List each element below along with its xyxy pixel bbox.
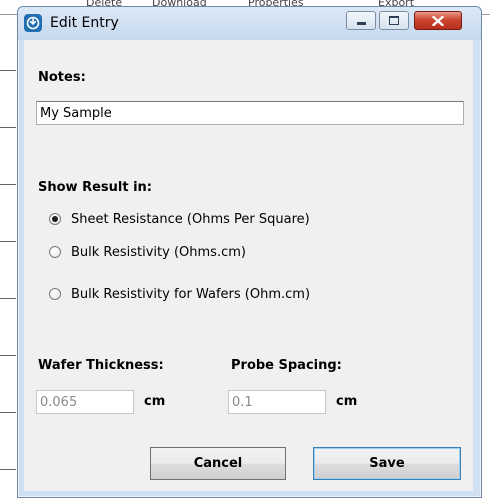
probe-spacing-unit: cm (336, 394, 358, 409)
radio-label: Sheet Resistance (Ohms Per Square) (71, 211, 310, 227)
radio-bulk-resistivity-wafers[interactable]: Bulk Resistivity for Wafers (Ohm.cm) (49, 285, 310, 303)
radio-label: Bulk Resistivity for Wafers (Ohm.cm) (71, 286, 311, 302)
minimize-button[interactable] (346, 11, 376, 30)
background-left-border (0, 14, 16, 499)
dialog-content: Notes: Show Result in: Sheet Resistance … (24, 40, 473, 491)
close-button[interactable] (414, 11, 462, 30)
window-title: Edit Entry (50, 15, 119, 31)
radio-bulk-resistivity[interactable]: Bulk Resistivity (Ohms.cm) (49, 243, 246, 261)
minimize-icon (356, 22, 366, 25)
probe-spacing-label: Probe Spacing: (231, 358, 342, 373)
maximize-icon (389, 16, 399, 25)
notes-input[interactable] (36, 101, 464, 125)
maximize-button[interactable] (379, 11, 409, 30)
show-result-label: Show Result in: (38, 180, 153, 195)
wafer-thickness-input[interactable] (36, 390, 134, 414)
radio-sheet-resistance[interactable]: Sheet Resistance (Ohms Per Square) (49, 210, 310, 228)
probe-spacing-input[interactable] (228, 390, 326, 414)
wafer-thickness-label: Wafer Thickness: (38, 358, 164, 373)
notes-label: Notes: (38, 70, 86, 85)
cancel-button[interactable]: Cancel (150, 447, 286, 480)
radio-label: Bulk Resistivity (Ohms.cm) (71, 244, 246, 260)
save-button[interactable]: Save (313, 447, 461, 480)
radio-button[interactable] (49, 246, 61, 258)
close-icon (432, 15, 444, 26)
title-bar[interactable]: Edit Entry (18, 7, 481, 40)
app-icon (24, 14, 42, 32)
wafer-thickness-unit: cm (144, 394, 166, 409)
radio-button[interactable] (49, 288, 61, 300)
edit-entry-dialog: Edit Entry Notes: Show Result in: Sheet … (17, 6, 482, 498)
radio-button-selected[interactable] (49, 213, 61, 225)
